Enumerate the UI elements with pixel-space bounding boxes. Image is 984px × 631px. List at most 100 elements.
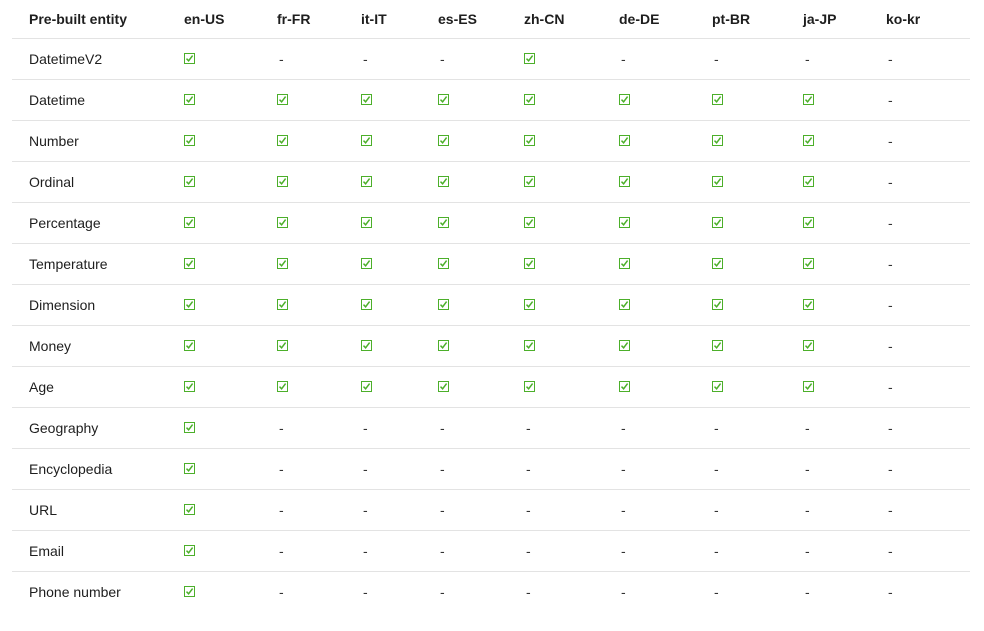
check-icon [524, 135, 535, 147]
support-cell [277, 284, 361, 326]
table-row: Ordinal - [12, 161, 970, 203]
unsupported-dash: - [714, 543, 719, 559]
support-cell [184, 366, 277, 408]
check-icon [619, 176, 630, 188]
column-header-ja-jp: ja-JP [803, 0, 886, 39]
support-cell [361, 325, 438, 367]
column-header-entity: Pre-built entity [12, 0, 184, 39]
support-cell [277, 120, 361, 162]
entity-name-cell: Number [12, 120, 184, 162]
check-icon [524, 217, 535, 229]
unsupported-dash: - [888, 461, 893, 477]
support-cell [524, 161, 619, 203]
support-cell [438, 202, 524, 244]
check-icon [619, 135, 630, 147]
support-cell [619, 120, 712, 162]
entity-name-cell: Ordinal [12, 161, 184, 203]
support-cell [184, 489, 277, 531]
support-cell: - [886, 489, 970, 531]
check-icon [361, 299, 372, 311]
unsupported-dash: - [526, 420, 531, 436]
support-cell: - [277, 572, 361, 613]
support-cell [361, 79, 438, 121]
check-icon [524, 381, 535, 393]
check-icon [277, 94, 288, 106]
support-cell: - [886, 79, 970, 121]
support-cell [803, 202, 886, 244]
support-cell [184, 284, 277, 326]
check-icon [277, 135, 288, 147]
check-icon [712, 381, 723, 393]
column-header-zh-cn: zh-CN [524, 0, 619, 39]
check-icon [361, 217, 372, 229]
support-cell: - [524, 407, 619, 449]
support-cell: - [886, 448, 970, 490]
unsupported-dash: - [621, 584, 626, 600]
support-cell [524, 120, 619, 162]
support-cell: - [524, 572, 619, 613]
support-cell [361, 366, 438, 408]
unsupported-dash: - [805, 420, 810, 436]
check-icon [184, 545, 195, 557]
check-icon [619, 258, 630, 270]
column-header-it-it: it-IT [361, 0, 438, 39]
support-cell [803, 120, 886, 162]
unsupported-dash: - [805, 584, 810, 600]
support-cell [184, 243, 277, 285]
support-cell [619, 366, 712, 408]
support-cell [184, 38, 277, 80]
support-cell [184, 120, 277, 162]
column-header-fr-fr: fr-FR [277, 0, 361, 39]
support-cell [184, 79, 277, 121]
support-cell [803, 366, 886, 408]
table-row: Phone number - - - - - - - - [12, 572, 970, 613]
check-icon [619, 94, 630, 106]
unsupported-dash: - [714, 420, 719, 436]
support-cell: - [524, 530, 619, 572]
support-cell: - [277, 448, 361, 490]
check-icon [803, 135, 814, 147]
check-icon [803, 340, 814, 352]
support-cell: - [438, 448, 524, 490]
check-icon [803, 381, 814, 393]
support-cell: - [886, 572, 970, 613]
unsupported-dash: - [888, 379, 893, 395]
check-icon [712, 94, 723, 106]
support-cell [619, 161, 712, 203]
support-cell [712, 284, 803, 326]
check-icon [803, 94, 814, 106]
check-icon [184, 258, 195, 270]
support-cell: - [619, 448, 712, 490]
check-icon [524, 176, 535, 188]
unsupported-dash: - [888, 543, 893, 559]
support-cell [803, 161, 886, 203]
unsupported-dash: - [526, 461, 531, 477]
support-cell [184, 202, 277, 244]
check-icon [619, 381, 630, 393]
check-icon [438, 94, 449, 106]
entity-name-cell: Temperature [12, 243, 184, 285]
unsupported-dash: - [888, 584, 893, 600]
support-cell: - [438, 38, 524, 80]
unsupported-dash: - [888, 92, 893, 108]
support-cell: - [886, 366, 970, 408]
support-cell: - [803, 489, 886, 531]
support-cell [524, 325, 619, 367]
support-cell: - [524, 489, 619, 531]
check-icon [803, 299, 814, 311]
support-cell [184, 530, 277, 572]
entity-name-cell: URL [12, 489, 184, 531]
unsupported-dash: - [888, 174, 893, 190]
support-cell: - [803, 448, 886, 490]
unsupported-dash: - [363, 502, 368, 518]
support-cell: - [886, 120, 970, 162]
check-icon [619, 217, 630, 229]
unsupported-dash: - [621, 502, 626, 518]
check-icon [277, 176, 288, 188]
support-cell: - [619, 489, 712, 531]
check-icon [184, 340, 195, 352]
support-cell [184, 161, 277, 203]
unsupported-dash: - [526, 543, 531, 559]
unsupported-dash: - [888, 215, 893, 231]
unsupported-dash: - [805, 543, 810, 559]
